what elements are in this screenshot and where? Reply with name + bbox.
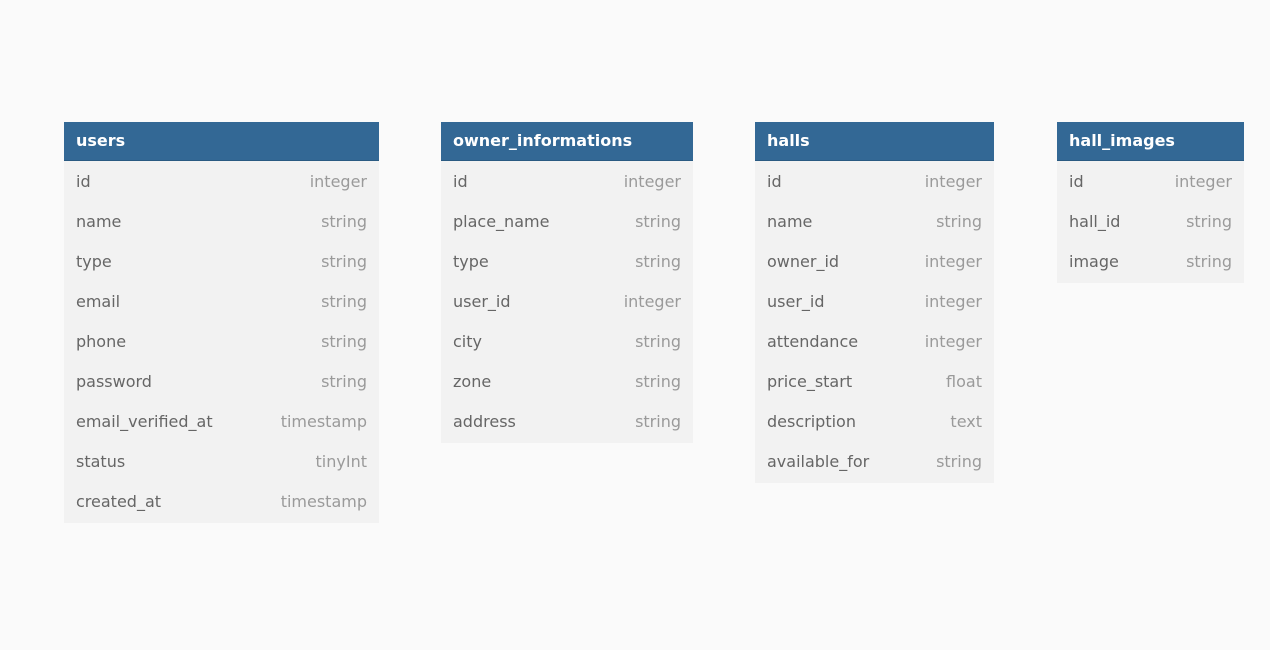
column-type: string: [321, 291, 367, 311]
column-name: owner_id: [767, 251, 840, 271]
column-row[interactable]: owner_id integer: [755, 241, 994, 281]
column-type: text: [950, 411, 982, 431]
column-name: address: [453, 411, 516, 431]
column-row[interactable]: available_for string: [755, 441, 994, 481]
column-row[interactable]: zone string: [441, 361, 693, 401]
table-hall-images[interactable]: hall_images id integer hall_id string imag…: [1057, 122, 1244, 283]
column-name: status: [76, 451, 126, 471]
column-name: user_id: [767, 291, 825, 311]
column-type: integer: [924, 331, 982, 351]
column-name: name: [76, 211, 122, 231]
table-header: users: [64, 122, 379, 161]
column-name: available_for: [767, 451, 870, 471]
column-row[interactable]: name string: [64, 201, 379, 241]
column-row[interactable]: attendance integer: [755, 321, 994, 361]
column-name: user_id: [453, 291, 511, 311]
column-type: string: [635, 371, 681, 391]
column-row[interactable]: email string: [64, 281, 379, 321]
column-row[interactable]: email_verified_at timestamp: [64, 401, 379, 441]
column-name: image: [1069, 251, 1119, 271]
column-type: string: [321, 251, 367, 271]
column-type: string: [1186, 211, 1232, 231]
table-halls[interactable]: halls id integer name string owner_id integ…: [755, 122, 994, 483]
column-name: type: [76, 251, 112, 271]
column-type: integer: [924, 171, 982, 191]
column-row[interactable]: id integer: [441, 161, 693, 201]
column-type: string: [635, 211, 681, 231]
column-row[interactable]: status tinyInt: [64, 441, 379, 481]
column-name: attendance: [767, 331, 859, 351]
column-name: id: [76, 171, 91, 191]
column-name: city: [453, 331, 482, 351]
column-type: tinyInt: [315, 451, 367, 471]
column-name: id: [453, 171, 468, 191]
column-name: description: [767, 411, 856, 431]
column-name: zone: [453, 371, 492, 391]
column-type: string: [635, 251, 681, 271]
column-type: string: [321, 211, 367, 231]
column-row[interactable]: user_id integer: [755, 281, 994, 321]
column-row[interactable]: address string: [441, 401, 693, 441]
column-name: email: [76, 291, 121, 311]
table-header: owner_informations: [441, 122, 693, 161]
column-type: string: [321, 371, 367, 391]
column-row[interactable]: description text: [755, 401, 994, 441]
column-row[interactable]: price_start float: [755, 361, 994, 401]
column-row[interactable]: type string: [441, 241, 693, 281]
column-row[interactable]: created_at timestamp: [64, 481, 379, 521]
table-users[interactable]: users id integer name string type string em…: [64, 122, 379, 523]
column-row[interactable]: name string: [755, 201, 994, 241]
column-row[interactable]: id integer: [64, 161, 379, 201]
column-name: type: [453, 251, 489, 271]
column-row[interactable]: city string: [441, 321, 693, 361]
column-row[interactable]: hall_id string: [1057, 201, 1244, 241]
column-row[interactable]: id integer: [1057, 161, 1244, 201]
column-type: timestamp: [280, 411, 367, 431]
column-name: price_start: [767, 371, 853, 391]
column-row[interactable]: type string: [64, 241, 379, 281]
column-row[interactable]: place_name string: [441, 201, 693, 241]
column-name: name: [767, 211, 813, 231]
column-type: string: [635, 411, 681, 431]
column-row[interactable]: id integer: [755, 161, 994, 201]
column-type: float: [946, 371, 982, 391]
column-type: integer: [924, 291, 982, 311]
column-name: id: [1069, 171, 1084, 191]
column-type: integer: [623, 291, 681, 311]
table-header: halls: [755, 122, 994, 161]
column-row[interactable]: user_id integer: [441, 281, 693, 321]
column-type: integer: [1174, 171, 1232, 191]
column-name: place_name: [453, 211, 550, 231]
column-type: timestamp: [280, 491, 367, 511]
column-type: string: [936, 211, 982, 231]
column-name: created_at: [76, 491, 162, 511]
table-header: hall_images: [1057, 122, 1244, 161]
column-type: string: [1186, 251, 1232, 271]
column-row[interactable]: phone string: [64, 321, 379, 361]
table-owner-informations[interactable]: owner_informations id integer place_name s…: [441, 122, 693, 443]
column-row[interactable]: image string: [1057, 241, 1244, 281]
column-name: phone: [76, 331, 127, 351]
column-type: string: [936, 451, 982, 471]
column-row[interactable]: password string: [64, 361, 379, 401]
column-type: integer: [623, 171, 681, 191]
column-name: email_verified_at: [76, 411, 213, 431]
column-name: id: [767, 171, 782, 191]
column-name: hall_id: [1069, 211, 1121, 231]
column-name: password: [76, 371, 152, 391]
column-type: integer: [924, 251, 982, 271]
column-type: integer: [309, 171, 367, 191]
column-type: string: [635, 331, 681, 351]
column-type: string: [321, 331, 367, 351]
